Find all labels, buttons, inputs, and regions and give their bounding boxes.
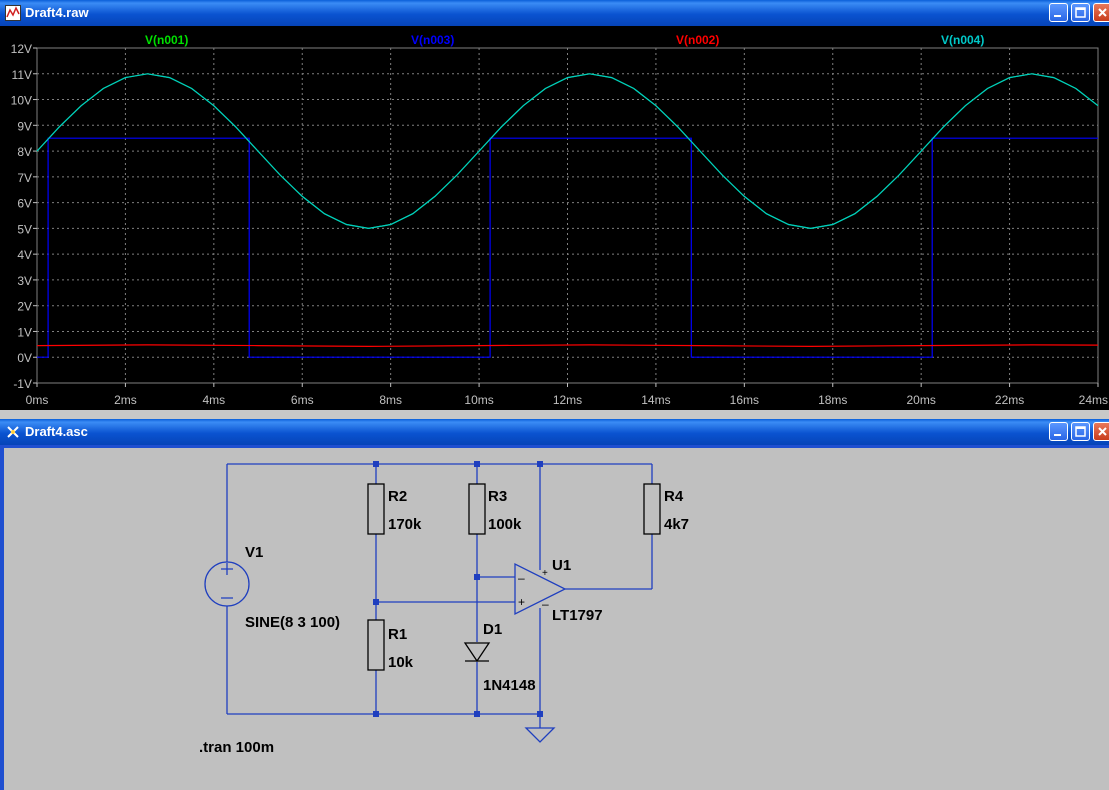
r4-label: R4: [664, 488, 684, 505]
x-tick-label: 14ms: [641, 393, 670, 407]
r4-resistor[interactable]: R4 4k7: [643, 483, 689, 535]
x-tick-label: 2ms: [114, 393, 137, 407]
y-tick-label: 10V: [11, 94, 32, 108]
mdi-background: [0, 410, 1109, 419]
schematic-close-button[interactable]: [1093, 422, 1109, 441]
x-tick-label: 12ms: [553, 393, 582, 407]
y-tick-label: 12V: [11, 42, 32, 56]
x-tick-label: 10ms: [464, 393, 493, 407]
v1-label: V1: [245, 544, 263, 561]
x-tick-label: 8ms: [379, 393, 402, 407]
y-tick-label: 1V: [17, 325, 32, 339]
v1-voltage-source[interactable]: V1 SINE(8 3 100): [204, 544, 340, 631]
minimize-icon: [1054, 434, 1061, 436]
x-tick-label: 24ms: [1079, 393, 1108, 407]
minimize-button[interactable]: [1049, 3, 1068, 22]
x-tick-label: 6ms: [291, 393, 314, 407]
schematic-drawing[interactable]: V1 SINE(8 3 100) R2 170k R1 10k R3 100k: [4, 448, 1109, 790]
r2-label: R2: [388, 488, 407, 505]
waveform-plot[interactable]: 12V 11V 10V 9V 8V 7V 6V 5V 4V 3V 2V 1V 0V -1V 0ms 2ms 4…: [0, 26, 1109, 410]
x-tick-label: 18ms: [818, 393, 847, 407]
r4-value: 4k7: [664, 516, 689, 533]
y-tick-label: 5V: [17, 222, 32, 236]
x-tick-label: 20ms: [906, 393, 935, 407]
waveform-window[interactable]: Draft4.raw 12V 11V 10V 9V 8V 7V 6V 5V 4V 3V 2V 1V 0V…: [0, 0, 1109, 410]
trace-legend[interactable]: V(n001) V(n003) V(n002) V(n004): [145, 33, 984, 47]
d1-diode[interactable]: D1 1N4148: [463, 621, 536, 694]
r2-value: 170k: [388, 516, 422, 533]
x-tick-label: 16ms: [730, 393, 759, 407]
y-tick-label: 4V: [17, 248, 32, 262]
r3-label: R3: [488, 488, 507, 505]
y-tick-label: 2V: [17, 300, 32, 314]
r1-resistor[interactable]: R1 10k: [367, 619, 414, 671]
close-icon: [1098, 427, 1107, 436]
u1-supply-minus: –: [542, 597, 549, 611]
schematic-window[interactable]: Draft4.asc V1 SINE(8 3 100) R2 170k R1 1…: [0, 419, 1109, 790]
trace-v-n002[interactable]: [36, 344, 1099, 348]
plot-grid: [36, 47, 1099, 384]
y-tick-label: 3V: [17, 274, 32, 288]
schematic-app-icon: [7, 426, 19, 438]
x-tick-label: 22ms: [995, 393, 1024, 407]
d1-label: D1: [483, 621, 502, 638]
legend-v-n003[interactable]: V(n003): [411, 33, 454, 47]
spice-directive[interactable]: .tran 100m: [199, 739, 274, 756]
x-axis-ticks: 0ms 2ms 4ms 6ms 8ms 10ms 12ms 14ms 16ms 18ms 20ms 2…: [26, 383, 1108, 407]
u1-value: LT1797: [552, 607, 603, 624]
waveform-window-title: Draft4.raw: [25, 5, 89, 20]
wires: [226, 463, 653, 728]
r1-value: 10k: [388, 654, 414, 671]
d1-value: 1N4148: [483, 677, 536, 694]
y-axis-ticks: 12V 11V 10V 9V 8V 7V 6V 5V 4V 3V 2V 1V 0V -1V: [11, 42, 37, 391]
r2-resistor[interactable]: R2 170k: [367, 483, 422, 535]
y-tick-label: 0V: [17, 351, 32, 365]
u1-minus-sign: –: [518, 571, 525, 585]
schematic-maximize-button[interactable]: [1071, 422, 1090, 441]
schematic-minimize-button[interactable]: [1049, 422, 1068, 441]
waveform-app-icon: [5, 5, 21, 21]
x-tick-label: 4ms: [202, 393, 225, 407]
ground-symbol[interactable]: [524, 727, 556, 743]
u1-supply-plus: +: [542, 568, 548, 579]
waveform-titlebar[interactable]: Draft4.raw: [0, 0, 1109, 26]
y-tick-label: 8V: [17, 145, 32, 159]
legend-v-n001[interactable]: V(n001): [145, 33, 188, 47]
schematic-window-title: Draft4.asc: [25, 424, 88, 439]
schematic-titlebar[interactable]: Draft4.asc: [0, 419, 1109, 445]
r3-value: 100k: [488, 516, 522, 533]
schematic-canvas[interactable]: V1 SINE(8 3 100) R2 170k R1 10k R3 100k: [4, 448, 1109, 790]
close-button[interactable]: [1093, 3, 1109, 22]
y-tick-label: -1V: [13, 377, 32, 391]
y-tick-label: 6V: [17, 197, 32, 211]
x-tick-label: 0ms: [26, 393, 49, 407]
y-tick-label: 11V: [12, 68, 32, 82]
maximize-icon: [1075, 426, 1086, 437]
minimize-icon: [1054, 15, 1061, 17]
y-tick-label: 9V: [17, 119, 32, 133]
u1-label: U1: [552, 557, 571, 574]
u1-opamp[interactable]: – + + – U1 LT1797: [514, 557, 603, 624]
maximize-icon: [1075, 7, 1086, 18]
y-tick-label: 7V: [17, 171, 32, 185]
r1-label: R1: [388, 626, 407, 643]
u1-plus-sign: +: [518, 595, 525, 609]
maximize-button[interactable]: [1071, 3, 1090, 22]
r3-resistor[interactable]: R3 100k: [468, 483, 522, 535]
v1-value: SINE(8 3 100): [245, 614, 340, 631]
legend-v-n004[interactable]: V(n004): [941, 33, 984, 47]
close-icon: [1098, 8, 1107, 17]
legend-v-n002[interactable]: V(n002): [676, 33, 719, 47]
